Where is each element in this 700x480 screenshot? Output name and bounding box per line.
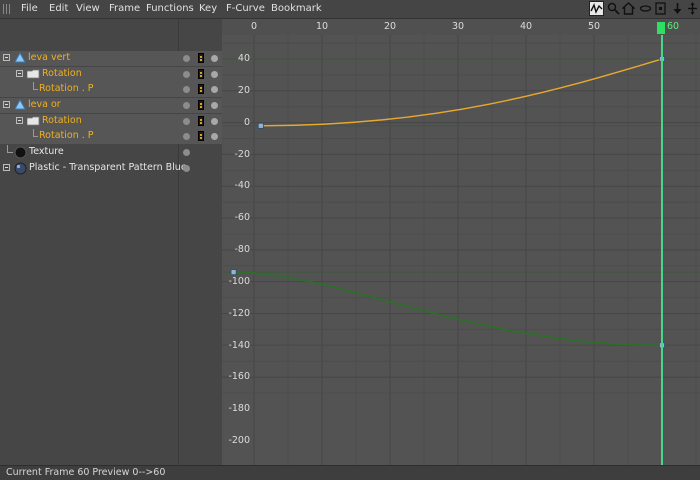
tree-row-label: Rotation . P	[39, 83, 94, 94]
tree-row-rotation-folder[interactable]: Rotation	[0, 114, 222, 129]
status-dot[interactable]	[211, 102, 218, 109]
tree-connector	[33, 89, 38, 90]
menu-view[interactable]: View	[76, 3, 100, 14]
grip-handle[interactable]	[3, 4, 11, 14]
null-object-icon	[14, 52, 26, 63]
timeline-tick: 40	[520, 21, 533, 32]
menu-key[interactable]: Key	[199, 3, 217, 14]
timeline-tick: 30	[452, 21, 465, 32]
timeline-tick: 0	[251, 21, 258, 32]
current-frame-label: 60	[667, 21, 680, 32]
status-text: Current Frame 60 Preview 0-->60	[6, 467, 166, 478]
expand-toggle[interactable]	[3, 164, 10, 171]
menu-edit[interactable]: Edit	[49, 3, 68, 14]
expand-toggle[interactable]	[16, 70, 23, 77]
menu-functions[interactable]: Functions	[146, 3, 194, 14]
timeline-tick: 20	[384, 21, 397, 32]
value-tick: -100	[228, 276, 250, 287]
fcurve-mode-icon[interactable]	[589, 1, 604, 16]
lock-icon[interactable]	[198, 53, 204, 63]
magnifier-icon[interactable]	[606, 1, 621, 16]
value-tick: -200	[228, 435, 250, 446]
lock-icon[interactable]	[198, 131, 204, 141]
material-sphere-icon	[14, 162, 27, 175]
visibility-dot[interactable]	[183, 102, 190, 109]
value-tick: -20	[234, 149, 250, 160]
keyframe-marker	[257, 122, 264, 129]
tree-row-label: Rotation	[42, 115, 82, 126]
value-tick: -80	[234, 244, 250, 255]
visibility-dot[interactable]	[183, 86, 190, 93]
value-tick: 40	[237, 53, 250, 64]
value-tick: -40	[234, 180, 250, 191]
current-frame-marker[interactable]	[657, 22, 665, 34]
value-tick: 20	[237, 85, 250, 96]
tree-row-label: Texture	[29, 146, 64, 157]
tree-row-label: Plastic - Transparent Pattern Blue	[29, 162, 187, 173]
fcurve-canvas[interactable]	[222, 19, 700, 465]
status-dot[interactable]	[211, 55, 218, 62]
move-arrows-icon[interactable]	[685, 1, 700, 16]
tree-row-texture[interactable]: Texture	[0, 145, 222, 160]
status-dot[interactable]	[211, 71, 218, 78]
visibility-dot[interactable]	[183, 149, 190, 156]
lock-icon[interactable]	[198, 69, 204, 79]
tree-row-rotation-folder[interactable]: Rotation	[0, 67, 222, 82]
tree-row-material[interactable]: Plastic - Transparent Pattern Blue	[0, 161, 222, 176]
value-tick: 0	[243, 117, 250, 128]
menu-bar: File Edit View Frame Functions Key F-Cur…	[0, 0, 700, 19]
visibility-dot[interactable]	[183, 71, 190, 78]
timeline-ruler[interactable]: 0 10 20 30 40 50 60	[222, 19, 700, 35]
visibility-dot[interactable]	[183, 55, 190, 62]
fcurve-path	[233, 271, 663, 347]
keyframe-marker	[230, 269, 237, 275]
tree-row-label: leva or	[28, 99, 61, 110]
status-dot[interactable]	[211, 86, 218, 93]
menu-bookmark[interactable]: Bookmark	[271, 3, 322, 14]
tree-connector	[33, 136, 38, 137]
frame-selected-icon[interactable]	[653, 1, 668, 16]
status-bar: Current Frame 60 Preview 0-->60	[0, 465, 700, 480]
lock-icon[interactable]	[198, 84, 204, 94]
value-tick: -60	[234, 212, 250, 223]
value-tick: -180	[228, 403, 250, 414]
tree-connector	[7, 152, 13, 153]
folder-icon	[27, 69, 40, 79]
value-tick: -140	[228, 340, 250, 351]
tree-row-label: leva vert	[28, 52, 71, 63]
visibility-dot[interactable]	[183, 133, 190, 140]
value-tick: -160	[228, 371, 250, 382]
ellipse-icon[interactable]	[638, 1, 653, 16]
null-object-icon	[14, 99, 26, 110]
tree-row-rotation-p[interactable]: Rotation . P	[0, 129, 222, 144]
texture-icon	[14, 146, 27, 159]
tree-row-leva-vert[interactable]: leva vert	[0, 51, 222, 66]
menu-frame[interactable]: Frame	[109, 3, 140, 14]
move-keys-icon[interactable]	[670, 1, 685, 16]
status-dot[interactable]	[211, 118, 218, 125]
tree-row-leva-or[interactable]: leva or	[0, 98, 222, 113]
visibility-dot[interactable]	[183, 118, 190, 125]
tree-row-rotation-p[interactable]: Rotation . P	[0, 82, 222, 97]
visibility-dot[interactable]	[183, 165, 190, 172]
folder-icon	[27, 116, 40, 126]
menu-fcurve[interactable]: F-Curve	[226, 3, 265, 14]
home-icon[interactable]	[621, 1, 636, 16]
tree-row-label: Rotation	[42, 68, 82, 79]
menu-file[interactable]: File	[21, 3, 38, 14]
timeline-tick: 10	[316, 21, 329, 32]
expand-toggle[interactable]	[3, 101, 10, 108]
tree-row-label: Rotation . P	[39, 130, 94, 141]
lock-icon[interactable]	[198, 100, 204, 110]
lock-icon[interactable]	[198, 116, 204, 126]
value-tick: -120	[228, 308, 250, 319]
timeline-tick: 50	[588, 21, 601, 32]
fcurve-path	[260, 58, 663, 127]
expand-toggle[interactable]	[3, 54, 10, 61]
status-dot[interactable]	[211, 133, 218, 140]
expand-toggle[interactable]	[16, 117, 23, 124]
